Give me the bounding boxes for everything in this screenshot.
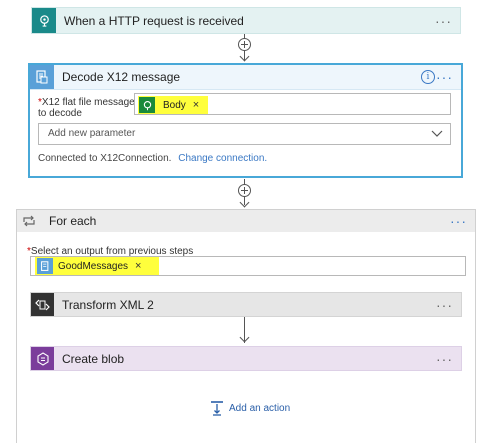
- http-request-icon: [143, 100, 151, 110]
- decode-x12-tile: [30, 65, 54, 89]
- create-blob-more-button[interactable]: ···: [436, 352, 453, 366]
- x12-field-label-line1: X12 flat file message: [41, 97, 135, 108]
- connection-info: Connected to X12Connection. Change conne…: [38, 153, 267, 164]
- decode-x12-header[interactable]: Decode X12 message i ···: [30, 65, 461, 90]
- transform-xml-icon: [35, 299, 50, 310]
- http-trigger-title: When a HTTP request is received: [64, 13, 244, 28]
- decode-x12-title: Decode X12 message: [62, 70, 181, 84]
- blob-storage-icon: [36, 351, 49, 366]
- change-connection-link[interactable]: Change connection.: [178, 153, 267, 164]
- http-trigger-card[interactable]: When a HTTP request is received ···: [31, 7, 461, 34]
- info-icon[interactable]: i: [421, 70, 435, 84]
- connected-text: Connected to X12Connection.: [38, 153, 172, 164]
- transform-xml-card[interactable]: Transform XML 2 ···: [30, 292, 462, 317]
- foreach-more-button[interactable]: ···: [450, 214, 467, 228]
- remove-goodmessages-token-button[interactable]: ×: [135, 260, 141, 272]
- decode-x12-more-button[interactable]: ···: [436, 70, 453, 84]
- goodmessages-token[interactable]: GoodMessages ×: [35, 257, 159, 275]
- body-token-icon-tile: [139, 97, 155, 113]
- http-request-icon: [39, 15, 49, 27]
- decode-x12-card: Decode X12 message i ··· *X12 flat file …: [28, 63, 463, 178]
- x12-field-label: *X12 flat file message to decode: [38, 97, 138, 119]
- connector-arrow: [239, 51, 250, 62]
- goodmessages-token-label: GoodMessages: [58, 260, 129, 272]
- loop-icon: [23, 215, 35, 227]
- create-blob-card[interactable]: Create blob ···: [30, 346, 462, 371]
- insert-step-button[interactable]: [238, 184, 251, 197]
- decode-file-icon: [40, 260, 48, 271]
- body-token[interactable]: Body ×: [138, 96, 208, 114]
- goodmessages-token-icon-tile: [37, 258, 53, 274]
- foreach-header[interactable]: For each ···: [17, 210, 475, 232]
- foreach-tile: [17, 210, 41, 232]
- transform-xml-tile: [31, 293, 54, 316]
- http-trigger-tile: [32, 8, 56, 33]
- chevron-down-icon: [431, 130, 443, 137]
- transform-xml-more-button[interactable]: ···: [436, 298, 453, 312]
- transform-xml-title: Transform XML 2: [62, 297, 154, 312]
- add-action-button[interactable]: Add an action: [209, 400, 290, 416]
- insert-step-button[interactable]: [238, 38, 251, 51]
- http-trigger-more-button[interactable]: ···: [435, 14, 452, 28]
- body-token-label: Body: [163, 99, 186, 111]
- decode-file-icon: [36, 70, 48, 84]
- create-blob-title: Create blob: [62, 351, 125, 366]
- add-new-parameter-dropdown[interactable]: Add new parameter: [38, 123, 451, 145]
- foreach-title: For each: [49, 214, 97, 228]
- remove-body-token-button[interactable]: ×: [193, 99, 199, 111]
- x12-field-label-line2: to decode: [38, 108, 82, 119]
- connector-arrow: [239, 332, 250, 343]
- create-blob-tile: [31, 347, 54, 370]
- foreach-container: For each ··· *Select an output from prev…: [16, 209, 476, 443]
- add-action-icon: [211, 401, 223, 416]
- add-new-parameter-placeholder: Add new parameter: [48, 128, 136, 139]
- connector-arrow: [239, 197, 250, 208]
- add-action-label: Add an action: [229, 402, 291, 414]
